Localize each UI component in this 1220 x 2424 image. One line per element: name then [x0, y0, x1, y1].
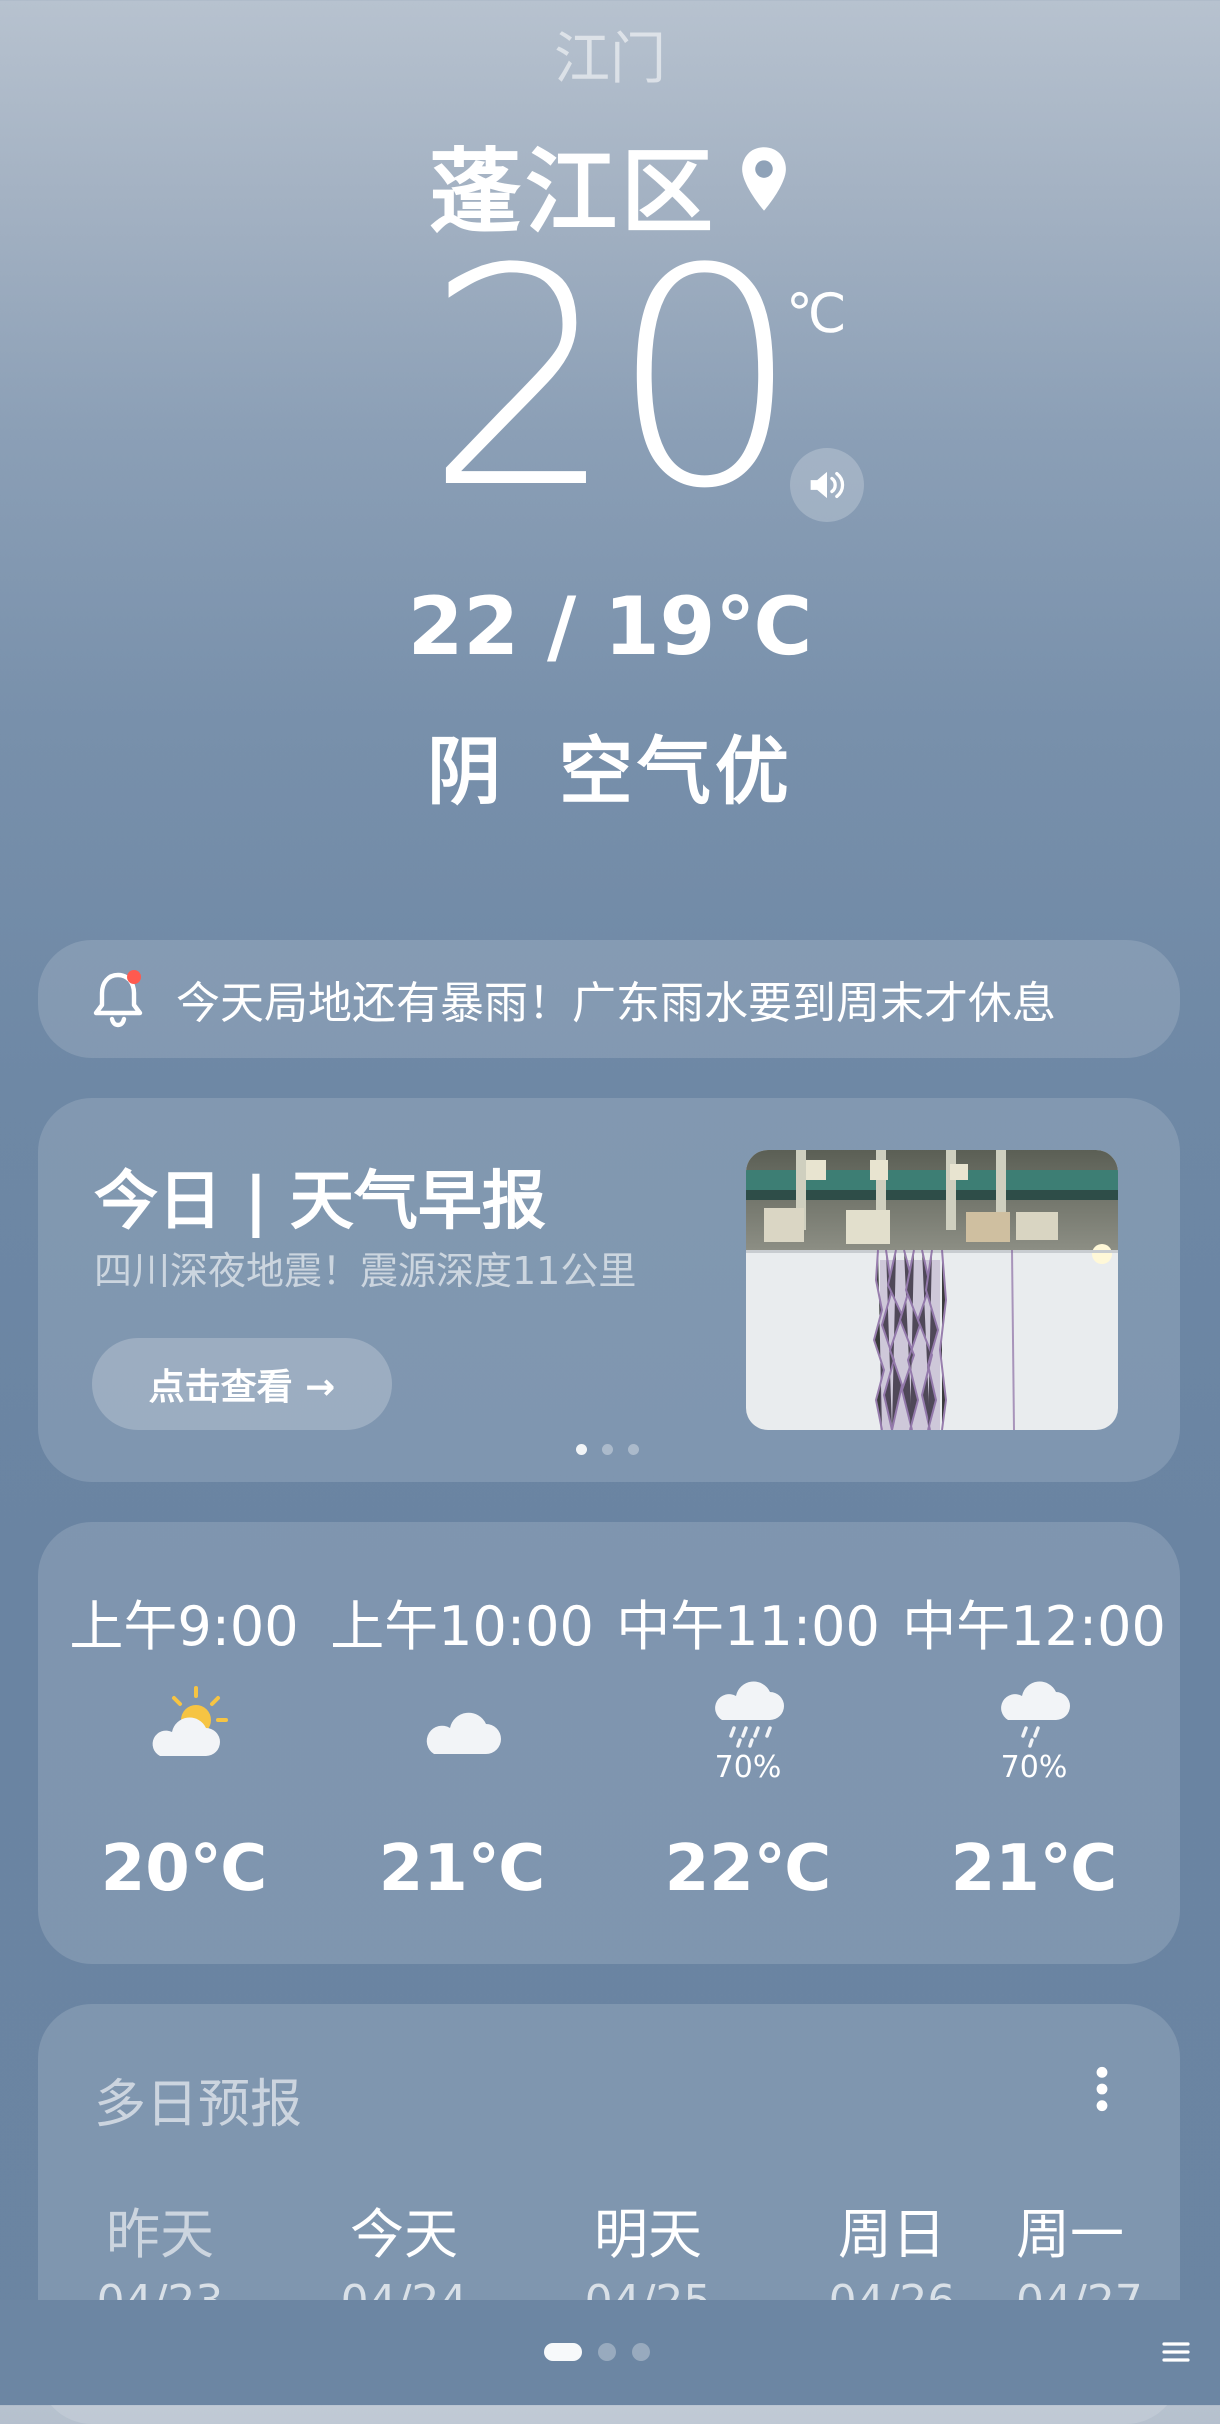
alert-text: 今天局地还有暴雨！广东雨水要到周末才休息 — [176, 978, 1056, 1029]
precipitation-probability: 70% — [714, 1750, 782, 1785]
page-dot[interactable] — [598, 2343, 616, 2361]
hourly-forecast-card[interactable]: 上午9:00 20℃ 上午10:00 21℃ 中午11:00 70% 22℃ 中… — [38, 1522, 1180, 1964]
weather-news-card[interactable]: 今日 | 天气早报 四川深夜地震！震源深度11公里 点击查看 → — [38, 1098, 1180, 1482]
day-label[interactable]: 昨天 — [60, 2190, 260, 2269]
day-label[interactable]: 今天 — [304, 2190, 504, 2269]
day-label[interactable]: 周日 — [792, 2190, 992, 2269]
news-subtitle: 四川深夜地震！震源深度11公里 — [94, 1249, 637, 1293]
rain-icon — [1001, 1681, 1070, 1748]
hourly-temp: 21℃ — [378, 1832, 546, 1906]
high-low-temperature: 22 / 19℃ — [407, 580, 813, 673]
hourly-time: 上午9:00 — [69, 1595, 299, 1658]
page-dot[interactable] — [632, 2343, 650, 2361]
hourly-temp: 21℃ — [950, 1832, 1118, 1906]
seismograph-image[interactable] — [746, 1150, 1118, 1430]
weather-condition: 阴 — [427, 729, 506, 815]
current-temperature: 20 — [425, 205, 801, 554]
day-label[interactable]: 周一 — [1016, 2190, 1180, 2269]
precipitation-probability: 70% — [1000, 1750, 1068, 1785]
partly-cloudy-icon — [152, 1686, 228, 1756]
hourly-time: 中午12:00 — [902, 1595, 1166, 1658]
condition-line[interactable]: 阴 空气优 — [0, 712, 1220, 819]
news-pagination[interactable] — [576, 1444, 639, 1455]
bell-icon — [93, 970, 143, 1028]
temperature-unit: ℃ — [786, 282, 847, 345]
city-page-indicator[interactable] — [544, 2343, 650, 2361]
view-news-button[interactable]: 点击查看 → — [92, 1338, 392, 1430]
hourly-time: 中午11:00 — [616, 1595, 880, 1658]
news-dot[interactable] — [628, 1444, 639, 1455]
weather-alert-card[interactable]: 今天局地还有暴雨！广东雨水要到周末才休息 — [38, 940, 1180, 1058]
city-name: 江门 — [554, 27, 666, 92]
location-pin-icon — [742, 146, 786, 211]
multi-day-title: 多日预报 — [94, 2075, 303, 2135]
hourly-time: 上午10:00 — [330, 1595, 594, 1658]
hourly-temp: 22℃ — [664, 1832, 832, 1906]
speaker-icon — [810, 471, 845, 499]
rain-icon — [715, 1681, 784, 1748]
news-dot[interactable] — [576, 1444, 587, 1455]
city-list-icon[interactable] — [1160, 2336, 1192, 2368]
cloudy-icon — [426, 1712, 501, 1754]
more-options-icon[interactable] — [1092, 2064, 1112, 2114]
news-dot[interactable] — [602, 1444, 613, 1455]
hourly-temp: 20℃ — [100, 1832, 268, 1906]
day-label[interactable]: 明天 — [548, 2190, 748, 2269]
voice-broadcast-button[interactable] — [790, 448, 864, 522]
news-title: 今日 | 天气早报 — [94, 1165, 546, 1239]
page-dot[interactable] — [544, 2343, 582, 2361]
air-quality[interactable]: 空气优 — [559, 729, 793, 815]
